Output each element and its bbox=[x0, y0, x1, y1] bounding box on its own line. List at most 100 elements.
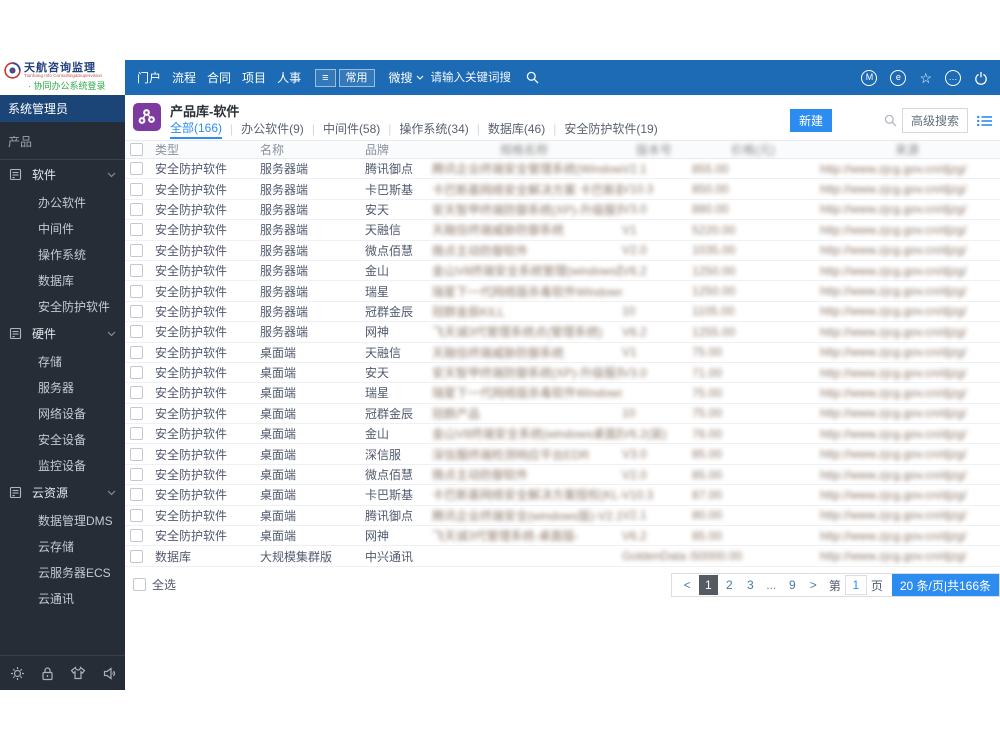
nav-item-3[interactable]: 合同 bbox=[207, 69, 231, 86]
tab-6[interactable]: 安全防护软件(19) bbox=[564, 120, 657, 138]
row-checkbox[interactable] bbox=[130, 386, 143, 400]
table-row[interactable]: 安全防护软件 服务器端 网神 飞天诚3代管理系统点(管理系统) V6.2 1255.00 h… bbox=[125, 322, 1000, 343]
theme-shirt-icon[interactable] bbox=[70, 666, 86, 680]
sidebar-group-1[interactable]: 软件 bbox=[0, 160, 125, 189]
sidebar-item-2-4[interactable]: 安全设备 bbox=[0, 426, 125, 452]
tab-2[interactable]: 办公软件(9) bbox=[241, 120, 304, 138]
row-checkbox[interactable] bbox=[130, 325, 143, 339]
table-row[interactable]: 安全防护软件 桌面端 腾讯御点 腾讯企业终端安全(windows版)-V2.1级 V2.… bbox=[125, 505, 1000, 527]
table-row[interactable]: 安全防护软件 桌面端 安天 安天智甲终端防御系统(XP)-升级服务支持V3.0 71.0… bbox=[125, 362, 1000, 384]
table-row[interactable]: 安全防护软件 服务器端 安天 安天智甲终端防御系统(XP)-升级服务支持V3.0 880… bbox=[125, 199, 1000, 221]
m-badge-icon[interactable]: M bbox=[861, 69, 878, 86]
table-row[interactable]: 安全防护软件 服务器端 冠群金辰 冠群金辰KILL 10 1105.00 http://ww… bbox=[125, 301, 1000, 323]
page-button-3[interactable]: 3 bbox=[741, 575, 760, 595]
cell-source: http://www.zjcg.gov.cn/djzg/ bbox=[820, 508, 967, 523]
tab-4[interactable]: 操作系统(34) bbox=[399, 120, 468, 138]
new-button[interactable]: 新建 bbox=[789, 109, 832, 132]
message-badge-icon[interactable]: e bbox=[890, 69, 907, 86]
tab-5[interactable]: 数据库(46) bbox=[488, 120, 545, 138]
row-checkbox[interactable] bbox=[130, 508, 143, 522]
tab-3[interactable]: 中间件(58) bbox=[323, 120, 380, 138]
lock-icon[interactable] bbox=[41, 666, 54, 681]
table-row[interactable]: 安全防护软件 桌面端 网神 飞天诚3代管理系统-桌面版- V6.2 85.00 http:/… bbox=[125, 526, 1000, 547]
sidebar-item-3-3[interactable]: 云服务器ECS bbox=[0, 559, 125, 585]
table-row[interactable]: 安全防护软件 服务器端 卡巴斯基 卡巴斯基网络安全解决方案 卡巴斯基中小企业版...V… bbox=[125, 179, 1000, 200]
row-checkbox[interactable] bbox=[130, 264, 143, 278]
sidebar-item-3-1[interactable]: 数据管理DMS bbox=[0, 507, 125, 533]
table-row[interactable]: 安全防护软件 桌面端 冠群金辰 冠群产品 10 75.00 http://www.zjcg.… bbox=[125, 403, 1000, 425]
table-row[interactable]: 安全防护软件 桌面端 微点佰慧 微点主动防御软件 V2.0 85.00 http://www… bbox=[125, 464, 1000, 486]
global-search-input[interactable] bbox=[428, 70, 521, 85]
power-icon[interactable] bbox=[974, 71, 988, 85]
row-checkbox[interactable] bbox=[130, 488, 143, 502]
row-checkbox[interactable] bbox=[130, 345, 143, 359]
table-row[interactable]: 安全防护软件 服务器端 金山 金山V8终端安全系统管理(windows版本服务器)V6… bbox=[125, 260, 1000, 282]
sidebar-item-1-2[interactable]: 中间件 bbox=[0, 215, 125, 241]
collapse-arrow-icon[interactable]: ‹ bbox=[112, 668, 115, 679]
nav-item-5[interactable]: 人事 bbox=[277, 69, 301, 86]
page-jump-input[interactable]: 1 bbox=[844, 575, 867, 595]
table-row[interactable]: 安全防护软件 桌面端 天融信 天融信终端威胁防御系统 V1 75.00 http://www… bbox=[125, 342, 1000, 363]
table-row[interactable]: 安全防护软件 服务器端 瑞星 瑞星下一代网络版杀毒软件Windows版-母系统 1250… bbox=[125, 281, 1000, 302]
row-checkbox[interactable] bbox=[130, 427, 143, 441]
settings-gear-icon[interactable] bbox=[10, 666, 25, 681]
row-checkbox[interactable] bbox=[130, 284, 143, 298]
row-checkbox[interactable] bbox=[130, 406, 143, 420]
sidebar-item-1-3[interactable]: 操作系统 bbox=[0, 241, 125, 267]
table-row[interactable]: 安全防护软件 服务器端 天融信 天融信终端威胁防御系统 V1 5220.00 http://… bbox=[125, 220, 1000, 241]
sidebar-item-2-5[interactable]: 监控设备 bbox=[0, 452, 125, 478]
table-row[interactable]: 安全防护软件 桌面端 瑞星 瑞星下一代网络版杀毒软件Windows版-客户端 75.00… bbox=[125, 383, 1000, 404]
row-checkbox[interactable] bbox=[130, 202, 143, 216]
row-checkbox[interactable] bbox=[130, 447, 143, 461]
sidebar-item-1-5[interactable]: 安全防护软件 bbox=[0, 293, 125, 319]
table-row[interactable]: 安全防护软件 服务器端 腾讯御点 腾讯企业终端安全管理系统(Windows版)V2.1… bbox=[125, 159, 1000, 180]
sidebar-item-2-1[interactable]: 存储 bbox=[0, 348, 125, 374]
row-checkbox[interactable] bbox=[130, 366, 143, 380]
search-scope-select[interactable]: 微搜 bbox=[389, 69, 424, 86]
tab-favorite[interactable]: 常用 bbox=[338, 68, 375, 87]
page-size-info[interactable]: 20 条/页|共166条 bbox=[891, 574, 999, 596]
row-checkbox[interactable] bbox=[130, 223, 143, 237]
sidebar-item-2-2[interactable]: 服务器 bbox=[0, 374, 125, 400]
row-checkbox[interactable] bbox=[130, 529, 143, 543]
select-all[interactable]: 全选 bbox=[133, 576, 176, 593]
page-prev-button[interactable]: < bbox=[678, 575, 697, 595]
page-button-2[interactable]: 2 bbox=[720, 575, 739, 595]
sidebar-item-3-2[interactable]: 云存储 bbox=[0, 533, 125, 559]
table-row[interactable]: 安全防护软件 桌面端 卡巴斯基 卡巴斯基网络安全解决方案授权(KL-中小... +KL… bbox=[125, 485, 1000, 506]
more-icon[interactable]: … bbox=[945, 69, 961, 86]
page-button-9[interactable]: 9 bbox=[783, 575, 802, 595]
row-checkbox[interactable] bbox=[130, 243, 143, 257]
table-row[interactable]: 数据库 大规模集群版 中兴通讯 GoldenData s...50000.00 http… bbox=[125, 546, 1000, 567]
list-view-icon[interactable] bbox=[977, 115, 992, 127]
header-checkbox[interactable] bbox=[130, 143, 143, 156]
table-row[interactable]: 安全防护软件 服务器端 微点佰慧 微点主动防御软件 V2.0 1035.00 http://… bbox=[125, 240, 1000, 261]
table-search-icon[interactable] bbox=[884, 114, 897, 127]
row-checkbox[interactable] bbox=[130, 468, 143, 482]
menu-toggle-icon[interactable]: ≡ bbox=[315, 68, 336, 87]
page-next-button[interactable]: > bbox=[804, 575, 823, 595]
table-row[interactable]: 安全防护软件 桌面端 金山 金山V8终端安全系统(windows桌面版) V6.2(装)… bbox=[125, 424, 1000, 445]
advanced-search-button[interactable]: 高级搜索 bbox=[901, 108, 968, 133]
sidebar-group-2[interactable]: 硬件 bbox=[0, 319, 125, 348]
nav-item-4[interactable]: 项目 bbox=[242, 69, 266, 86]
sidebar-item-3-4[interactable]: 云通讯 bbox=[0, 585, 125, 611]
row-checkbox[interactable] bbox=[130, 162, 143, 176]
sidebar-group-3[interactable]: 云资源 bbox=[0, 478, 125, 507]
star-icon[interactable]: ☆ bbox=[919, 71, 932, 85]
tab-1[interactable]: 全部(166) bbox=[170, 119, 223, 139]
row-checkbox[interactable] bbox=[130, 304, 143, 318]
sidebar-item-1-4[interactable]: 数据库 bbox=[0, 267, 125, 293]
search-icon[interactable] bbox=[526, 71, 539, 84]
nav-item-2[interactable]: 流程 bbox=[172, 69, 196, 86]
page-button-1[interactable]: 1 bbox=[698, 575, 718, 595]
row-checkbox[interactable] bbox=[130, 549, 143, 563]
row-checkbox[interactable] bbox=[130, 182, 143, 196]
sidebar-item-1-1[interactable]: 办公软件 bbox=[0, 189, 125, 215]
sidebar-item-2-3[interactable]: 网络设备 bbox=[0, 400, 125, 426]
volume-icon[interactable]: ‹ bbox=[103, 666, 115, 680]
table-search-input[interactable] bbox=[833, 112, 884, 129]
table-row[interactable]: 安全防护软件 桌面端 深信服 深信服终端检测响应平台EDR V3.0 85.00 http:… bbox=[125, 444, 1000, 465]
select-all-checkbox[interactable] bbox=[133, 578, 146, 591]
nav-item-1[interactable]: 门户 bbox=[137, 69, 161, 86]
